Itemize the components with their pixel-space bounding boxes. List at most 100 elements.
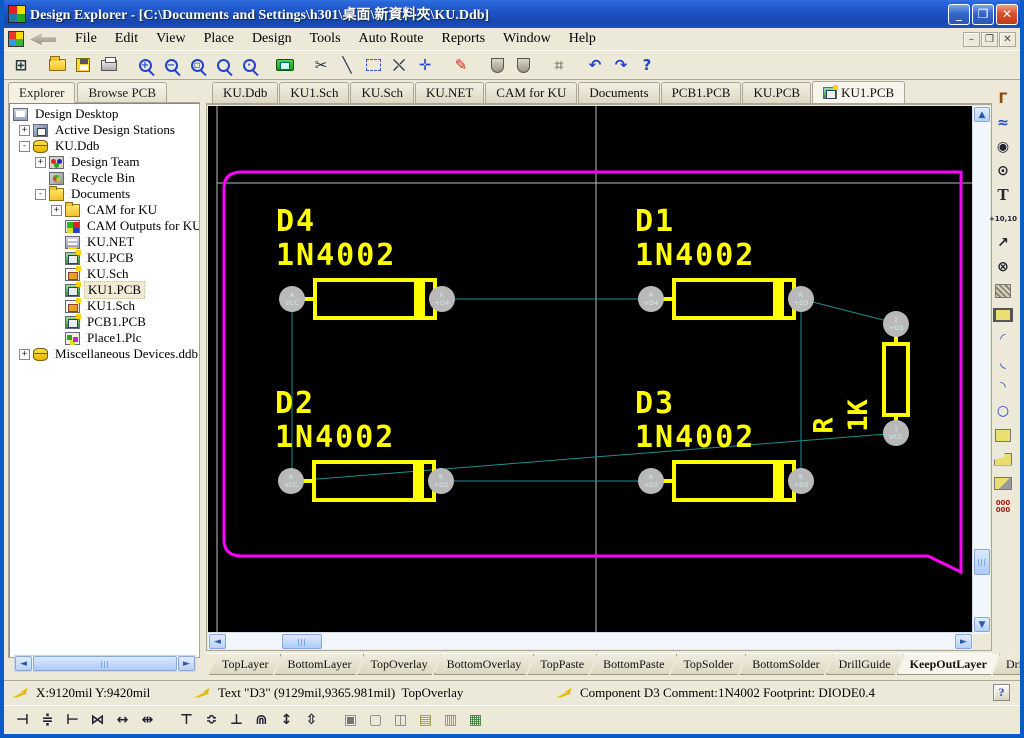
paste-array-icon[interactable]: 000000 [991,496,1015,518]
doc-tab-ku-net[interactable]: KU.NET [415,82,484,103]
arc-edge-icon[interactable]: ◜ [991,328,1015,350]
via-icon[interactable]: ⊙ [991,160,1015,182]
mdi-arrow-icon[interactable] [30,33,56,45]
pad-cathode[interactable]: K+D2 [428,468,454,494]
shield-rule-icon[interactable] [485,54,509,76]
split-plane-icon[interactable] [991,472,1015,494]
component-D4[interactable]: D4 1N4002 AVCC K+D4 [276,207,458,329]
menu-place[interactable]: Place [195,29,243,49]
pcb-canvas[interactable]: D4 1N4002 AVCC K+D4 D1 1N4002 A+D4 K+D3 … [208,106,973,634]
menu-auto-route[interactable]: Auto Route [350,29,433,49]
tree-item-recycle-bin[interactable]: Recycle Bin [9,170,199,186]
scrollbar-thumb[interactable] [33,656,177,671]
collapse-icon[interactable]: - [19,141,30,152]
tree-item-design-desktop[interactable]: Design Desktop [9,106,199,122]
pad-anode[interactable]: A+D2 [638,468,664,494]
increase-h-spacing-icon[interactable]: ↔ [110,709,135,731]
doc-tab-ku-ddb[interactable]: KU.Ddb [212,82,278,103]
distribute-vertical-icon[interactable]: ⋒ [249,709,274,731]
pad-cathode[interactable]: K+D4 [429,286,455,312]
full-circle-icon[interactable]: ○ [991,400,1015,422]
polygon-plane-icon[interactable] [991,448,1015,470]
tree-item-ku-sch[interactable]: KU.Sch [9,266,199,282]
context-help-button[interactable]: ? [993,684,1010,701]
zoom-point-icon[interactable]: · [237,54,261,76]
board-in-window-icon[interactable] [273,54,297,76]
zoom-out-icon[interactable]: − [159,54,183,76]
tree-item-ku1-pcb[interactable]: KU1.PCB [9,282,199,298]
menu-window[interactable]: Window [494,29,560,49]
tree-item-misc-devices[interactable]: + Miscellaneous Devices.ddb [9,346,199,362]
decrease-h-spacing-icon[interactable]: ⇹ [135,709,160,731]
tree-item-pcb1-pcb[interactable]: PCB1.PCB [9,314,199,330]
tree-item-ku-ddb[interactable]: - KU.Ddb [9,138,199,154]
interactive-placement-icon[interactable]: ▦ [463,709,488,731]
keepout-icon[interactable]: ⊗ [991,256,1015,278]
tree-item-cam-outputs[interactable]: CAM Outputs for KU [9,218,199,234]
increase-v-spacing-icon[interactable]: ↕ [274,709,299,731]
tree-item-design-team[interactable]: + Design Team [9,154,199,170]
align-left-icon[interactable]: ⊣ [10,709,35,731]
doc-tab-pcb1-pcb[interactable]: PCB1.PCB [661,82,742,103]
arrange-outside-room-icon[interactable]: ▢ [363,709,388,731]
align-right-icon[interactable]: ⊢ [60,709,85,731]
netline-icon[interactable]: ≈ [991,112,1015,134]
pad-2[interactable]: 2+D3 [883,311,909,337]
layer-tab-bottomsolder[interactable]: BottomSolder [739,654,832,675]
minimize-button[interactable]: _ [948,4,970,25]
component-placement-icon[interactable]: ▥ [438,709,463,731]
pad-cathode[interactable]: K+D3 [788,286,814,312]
highlight-wand-icon[interactable]: ✎ [449,54,473,76]
tab-explorer[interactable]: Explorer [8,82,75,103]
help-icon[interactable]: ? [635,54,659,76]
expand-icon[interactable]: + [19,349,30,360]
canvas-horizontal-scrollbar[interactable]: ◄ ► [208,632,973,649]
title-bar[interactable]: Design Explorer - [C:\Documents and Sett… [0,0,1024,28]
component-D1[interactable]: D1 1N4002 A+D4 K+D3 [635,207,817,329]
open-icon[interactable] [45,54,69,76]
layer-tab-drillguide[interactable]: DrillGuide [826,654,904,675]
zoom-window-icon[interactable]: ▫ [185,54,209,76]
doc-tab-ku1-pcb-active[interactable]: KU1.PCB [812,81,905,103]
coordinate-icon[interactable]: +10,10 [991,208,1015,230]
tree-item-place1-plc[interactable]: Place1.Plc [9,330,199,346]
component-R[interactable]: R 1K 2+D3 1VCC [820,316,940,456]
zoom-document-icon[interactable] [211,54,235,76]
explorer-toggle-icon[interactable]: ⊞ [9,54,33,76]
collapse-icon[interactable]: - [35,189,46,200]
align-center-horizontal-icon[interactable]: ≑ [35,709,60,731]
layer-tab-bottomoverlay[interactable]: BottomOverlay [434,654,535,675]
move-icon[interactable]: ✛ [413,54,437,76]
expand-icon[interactable]: + [51,205,62,216]
pad-icon[interactable]: ◉ [991,136,1015,158]
arc-center-icon[interactable]: ◟ [991,352,1015,374]
layer-tab-topsolder[interactable]: TopSolder [670,654,746,675]
mdi-close-button[interactable]: ✕ [999,32,1016,47]
expand-icon[interactable]: + [35,157,46,168]
shield-run-drc-icon[interactable] [511,54,535,76]
menu-file[interactable]: File [66,29,106,49]
close-button[interactable]: ✕ [996,4,1018,25]
align-bottom-icon[interactable]: ⊥ [224,709,249,731]
mdi-restore-button[interactable]: ❐ [981,32,998,47]
restore-button[interactable]: ❐ [972,4,994,25]
fill-rect-icon[interactable] [991,424,1015,446]
dimension-icon[interactable]: ↗ [991,232,1015,254]
tree-item-ku-net[interactable]: KU.NET [9,234,199,250]
select-icon[interactable]: ╲ [335,54,359,76]
pad-anode[interactable]: AVCC [278,468,304,494]
deselect-icon[interactable]: ⤬ [387,54,411,76]
tree-item-active-design-stations[interactable]: + Active Design Stations [9,122,199,138]
align-center-vertical-icon[interactable]: ≎ [199,709,224,731]
save-icon[interactable] [71,54,95,76]
menu-view[interactable]: View [147,29,194,49]
decrease-v-spacing-icon[interactable]: ⇳ [299,709,324,731]
selection-rect-icon[interactable] [361,54,385,76]
text-string-icon[interactable]: T [991,184,1015,206]
interactive-routing-icon[interactable]: Γ [991,88,1015,110]
tree-item-ku-pcb[interactable]: KU.PCB [9,250,199,266]
fill-hatch-icon[interactable] [991,280,1015,302]
menu-design[interactable]: Design [243,29,301,49]
layer-tab-bottomlayer[interactable]: BottomLayer [274,654,364,675]
doc-tab-cam-for-ku[interactable]: CAM for KU [485,82,577,103]
